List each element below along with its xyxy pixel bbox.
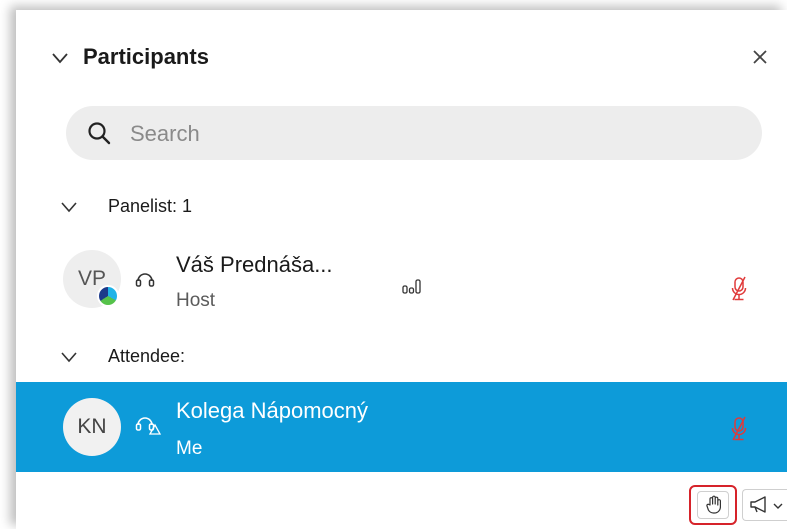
chevron-down-icon[interactable]: [50, 48, 70, 68]
chevron-down-icon: [773, 503, 783, 509]
participant-name: Váš Prednáša...: [176, 252, 333, 277]
microphone-muted-icon[interactable]: [731, 416, 747, 442]
microphone-muted-icon[interactable]: [731, 276, 747, 302]
participants-panel: Participants Panelist: 1 VP Váš Prednáša…: [16, 10, 787, 529]
headset-icon: [135, 273, 155, 287]
webex-app-icon: [97, 285, 119, 307]
search-icon: [88, 122, 111, 145]
attendee-section-label: Attendee:: [108, 346, 186, 366]
raise-hand-button-frame: [697, 491, 729, 519]
participant-row-selected[interactable]: KN Kolega Nápomocný Me: [16, 382, 787, 472]
headset-icon: [135, 417, 162, 435]
megaphone-icon: [750, 496, 766, 513]
participants-toolbar: [16, 472, 787, 529]
participant-name: Kolega Nápomocný: [176, 398, 369, 423]
announce-button[interactable]: [742, 489, 787, 521]
attendee-section-header[interactable]: Attendee:: [16, 336, 787, 376]
panel-header: Participants: [16, 10, 787, 100]
raise-hand-icon: [706, 495, 721, 514]
participant-role: Host: [176, 290, 216, 311]
panelist-section-label: Panelist: 1: [108, 196, 193, 216]
participant-row[interactable]: VP Váš Prednáša... Host: [16, 238, 787, 326]
chevron-down-icon[interactable]: [60, 198, 78, 216]
close-icon[interactable]: [749, 46, 771, 68]
participant-role: Me: [176, 438, 203, 459]
signal-bars-icon: [402, 279, 421, 294]
search-box: [66, 106, 762, 162]
panelist-section-header[interactable]: Panelist: 1: [16, 186, 787, 226]
raise-hand-button[interactable]: [689, 485, 737, 525]
chevron-down-icon[interactable]: [60, 348, 78, 366]
avatar: KN: [63, 398, 121, 456]
search-input[interactable]: [128, 106, 732, 162]
panel-title: Participants: [83, 44, 209, 69]
